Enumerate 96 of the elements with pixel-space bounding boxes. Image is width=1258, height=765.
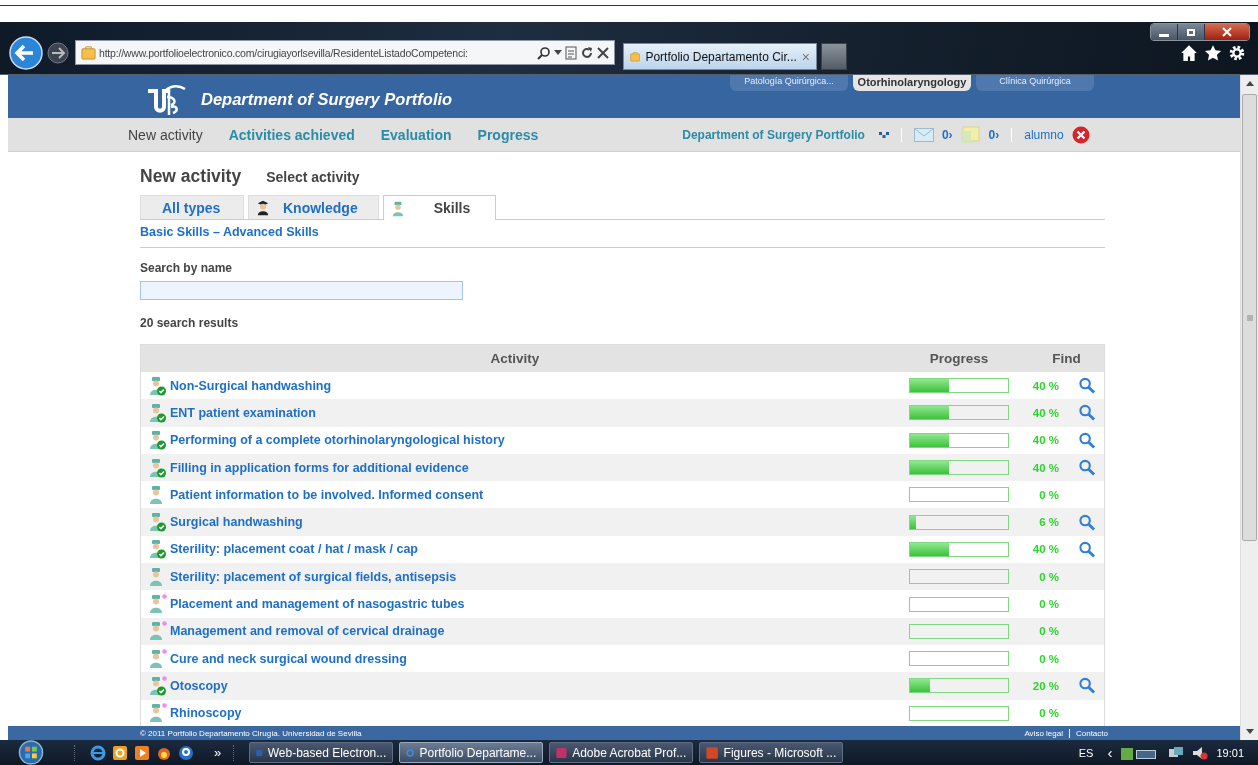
help-icon[interactable]	[178, 744, 194, 761]
progress-percent: 40 %	[1031, 543, 1059, 556]
note-count[interactable]: 0›	[988, 127, 1000, 142]
activity-link[interactable]: Management and removal of cervical drainage	[170, 624, 445, 639]
progress-percent: 20 %	[1031, 679, 1059, 692]
progress-percent: 0 %	[1038, 598, 1059, 610]
progress-percent: 6 %	[1038, 516, 1059, 529]
address-bar[interactable]: http://www.portfolioelectronico.com/cirugiayorlsevilla/ResidenteListadoCompetenci:	[75, 40, 615, 65]
nav-link[interactable]: Progress	[477, 126, 539, 143]
app-icon	[556, 745, 568, 760]
subject-tab[interactable]: Otorhinolaryngology	[853, 75, 971, 91]
portfolio-link[interactable]: Department of Surgery Portfolio	[682, 127, 865, 142]
column-header: Activity	[489, 351, 541, 366]
activity-link[interactable]: ENT patient examination	[170, 405, 316, 420]
subject-tab[interactable]: Patología Quirúrgica...	[730, 75, 848, 91]
back-button[interactable]	[9, 35, 43, 70]
minimize-button[interactable]	[1151, 24, 1178, 40]
footer-link[interactable]: Contacto	[1075, 728, 1108, 738]
progress-percent: 40 %	[1031, 379, 1059, 392]
star-icon[interactable]	[1204, 43, 1222, 62]
nav-link[interactable]: Activities achieved	[228, 126, 355, 143]
tab-close-button[interactable]: ×	[801, 48, 810, 65]
new-tab-button[interactable]	[821, 43, 847, 70]
browser-icon[interactable]	[90, 744, 106, 761]
graduate-icon	[257, 199, 269, 216]
activity-link[interactable]: Otoscopy	[170, 678, 228, 693]
activity-link[interactable]: Placement and management of nasogastric tubes	[170, 597, 465, 611]
more-button[interactable]: »	[214, 745, 222, 760]
progress-percent: 0 %	[1038, 652, 1059, 665]
result-count: 20 search results	[140, 316, 240, 330]
site-title: Department of Surgery Portfolio	[201, 90, 453, 109]
tray-expand-button[interactable]: ‹	[1107, 744, 1113, 761]
nav-link[interactable]: New activity	[128, 126, 203, 143]
scrollbar[interactable]	[1240, 75, 1258, 740]
grip-icon	[1246, 314, 1253, 321]
search-field[interactable]	[140, 281, 463, 300]
activity-link[interactable]: Sterility: placement of surgical fields, antisepsis	[170, 569, 457, 584]
progress-percent: 40 %	[1031, 406, 1059, 419]
surgeon-icon	[391, 199, 404, 217]
dropdown-icon[interactable]	[554, 49, 562, 56]
message-count[interactable]: 0›	[941, 127, 953, 142]
taskbar-button[interactable]: Portfolio Departame...	[399, 742, 544, 763]
type-tab[interactable]: All types	[140, 195, 244, 219]
taskbar-button[interactable]: Figures - Microsoft ...	[699, 742, 844, 763]
progress-percent: 40 %	[1031, 461, 1059, 474]
page-subtitle: Select activity	[266, 169, 360, 185]
activity-link[interactable]: Non-Surgical handwashing	[170, 378, 332, 393]
activity-link[interactable]: Filling in application forms for additional evidence	[170, 460, 469, 475]
activity-link[interactable]: Performing of a complete otorhinolaryngological history	[170, 433, 505, 448]
media-player-icon[interactable]	[134, 744, 150, 761]
progress-percent: 0 %	[1038, 707, 1059, 720]
progress-percent: 0 %	[1038, 570, 1059, 583]
language-indicator[interactable]: ES	[1078, 746, 1094, 759]
progress-percent: 0 %	[1038, 488, 1059, 501]
stop-icon[interactable]	[597, 46, 609, 59]
footer-link[interactable]: Aviso legal	[1024, 728, 1063, 738]
refresh-icon[interactable]	[580, 45, 594, 60]
search-label: Search by name	[140, 247, 1105, 275]
close-button[interactable]	[1205, 24, 1249, 40]
user-link[interactable]: alumno	[1024, 127, 1064, 142]
dots-icon[interactable]	[878, 131, 889, 138]
activity-link[interactable]: Sterility: placement coat / hat / mask / cap	[170, 542, 418, 557]
skill-level-link[interactable]: Basic Skills – Advanced Skills	[140, 225, 319, 244]
forward-button[interactable]	[47, 41, 69, 64]
page-icon	[630, 49, 641, 64]
activity-link[interactable]: Rhinoscopy	[170, 706, 242, 721]
home-icon[interactable]	[1180, 43, 1198, 62]
scroll-up-icon[interactable]	[1245, 81, 1254, 86]
subject-tab[interactable]: Clínica Quirúrgica	[976, 75, 1094, 91]
url-text: http://www.portfolioelectronico.com/cirugiayorlsevilla/ResidenteListadoCompetenci:	[99, 46, 469, 59]
restore-button[interactable]	[1178, 24, 1205, 40]
column-header: Progress	[928, 351, 990, 366]
scroll-thumb[interactable]	[1242, 94, 1257, 541]
column-header: Find	[1051, 351, 1082, 366]
clock: 19:01	[1216, 746, 1244, 759]
type-tab[interactable]: Knowledge	[248, 195, 379, 219]
search-icon[interactable]	[537, 45, 551, 60]
close-icon	[1222, 27, 1232, 37]
activity-link[interactable]: Patient information to be involved. Informed consent	[170, 487, 484, 502]
type-tab[interactable]: Skills	[382, 195, 497, 220]
taskbar-button[interactable]: Adobe Acrobat Prof...	[549, 742, 694, 763]
page-icon	[81, 45, 96, 60]
browser-tab[interactable]: Portfolio Departamento Cir... ×	[623, 43, 817, 70]
activity-link[interactable]: Surgical handwashing	[170, 515, 303, 530]
scroll-down-icon[interactable]	[1245, 729, 1254, 734]
activity-link[interactable]: Cure and neck surgical wound dressing	[170, 651, 407, 666]
nav-link[interactable]: Evaluation	[380, 126, 452, 143]
volume-icon[interactable]	[1192, 744, 1209, 761]
page-title: New activity	[140, 166, 242, 187]
copyright-text: © 2011 Portfolio Departamento Cirugía. Universidad de Sevilla	[140, 728, 362, 738]
logout-icon[interactable]	[1071, 125, 1090, 144]
app-icon	[706, 745, 719, 760]
taskbar-button[interactable]: Web-based Electron...	[249, 742, 394, 763]
settings-icon[interactable]	[1228, 43, 1246, 62]
progress-percent: 40 %	[1031, 434, 1059, 447]
progress-percent: 0 %	[1038, 625, 1059, 638]
